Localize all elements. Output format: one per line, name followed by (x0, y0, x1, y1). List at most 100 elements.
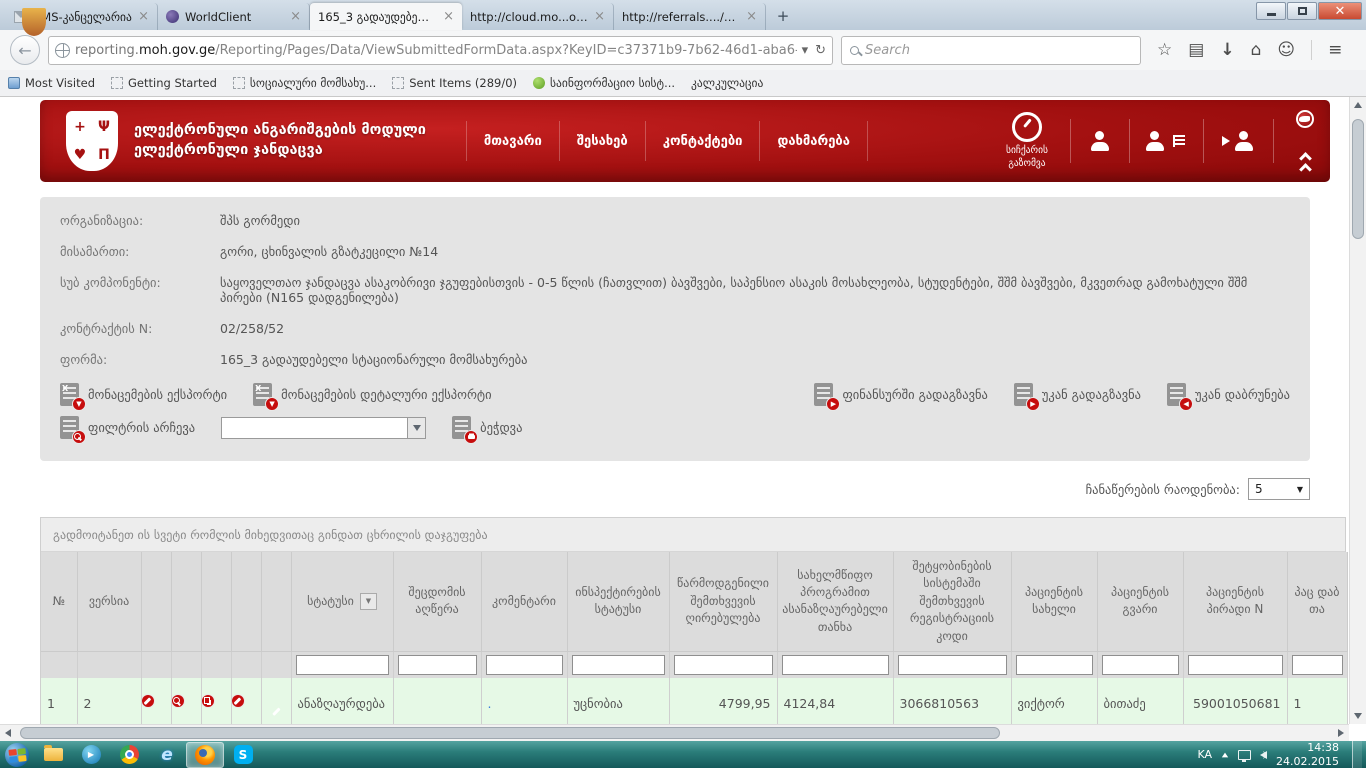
taskbar-ie-button[interactable]: e (148, 742, 186, 768)
tab-cloud[interactable]: http://cloud.mo...obHistory.aspx × (462, 3, 614, 30)
tab-close-icon[interactable]: × (443, 9, 454, 24)
vertical-scrollbar[interactable] (1349, 97, 1366, 724)
col-header-state-amount[interactable]: სახელმწიფო პროგრამით ასანაზღაურებელი თან… (777, 552, 893, 651)
scroll-down-arrow[interactable] (1350, 708, 1366, 724)
choose-filter-button[interactable]: ფილტრის არჩევა (60, 416, 195, 439)
bookmark-most-visited[interactable]: Most Visited (8, 76, 95, 90)
tab-close-icon[interactable]: × (290, 9, 301, 24)
filter-input-state-amount[interactable] (782, 655, 889, 675)
show-desktop-button[interactable] (1352, 741, 1362, 768)
filter-input-last-name[interactable] (1102, 655, 1179, 675)
print-button[interactable]: ბეჭდვა (452, 416, 522, 439)
profile-button[interactable] (1070, 119, 1129, 163)
go-back-button[interactable]: ◀ უკან დაბრუნება (1167, 383, 1290, 406)
tab-close-icon[interactable]: × (746, 9, 757, 24)
downloads-icon[interactable]: ↓ (1220, 40, 1234, 60)
taskbar-clock[interactable]: 14:38 24.02.2015 (1276, 741, 1343, 768)
send-to-financial-button[interactable]: ▶ ფინანსურში გადაგზავნა (814, 383, 987, 406)
chat-icon[interactable]: ☺ (1277, 40, 1295, 60)
col-header-num[interactable]: № (41, 552, 77, 651)
tab-active-report[interactable]: 165_3 გადაუდებელი სტაციონ... × (310, 3, 462, 30)
home-icon[interactable]: ⌂ (1251, 40, 1262, 60)
display-tray-icon[interactable] (1238, 750, 1251, 760)
nav-home[interactable]: მთავარი (466, 121, 559, 161)
export-data-button[interactable]: ▼ მონაცემების ექსპორტი (60, 383, 227, 406)
tab-close-icon[interactable]: × (138, 9, 149, 24)
col-header-birthdate-cut[interactable]: პაც დაბ თა (1287, 552, 1347, 651)
search-input[interactable] (865, 43, 1132, 58)
restore-button[interactable] (1287, 2, 1317, 20)
bookmark-calculation[interactable]: კალკულაცია (691, 76, 763, 90)
filter-input-submitted-cost[interactable] (674, 655, 773, 675)
filter-input-error-desc[interactable] (398, 655, 477, 675)
col-header-last-name[interactable]: პაციენტის გვარი (1097, 552, 1183, 651)
bookmarks-panel-icon[interactable]: ▤ (1188, 40, 1204, 60)
tab-worldclient[interactable]: WorldClient × (158, 3, 310, 30)
taskbar-chrome-button[interactable] (110, 742, 148, 768)
cell-action-view[interactable] (171, 678, 201, 728)
new-tab-button[interactable]: + (770, 4, 796, 28)
col-header-status[interactable]: სტატუსი▼ (291, 552, 393, 651)
horizontal-scroll-thumb[interactable] (20, 727, 1000, 739)
close-button[interactable]: ✕ (1318, 2, 1362, 20)
records-count-select[interactable]: 5 ▼ (1248, 478, 1310, 500)
export-detailed-button[interactable]: ▼ მონაცემების დეტალური ექსპორტი (253, 383, 491, 406)
nav-contacts[interactable]: კონტაქტები (645, 121, 760, 161)
url-dropdown-icon[interactable]: ▾ (802, 43, 809, 58)
tab-close-icon[interactable]: × (594, 9, 605, 24)
col-header-submitted-cost[interactable]: წარმოდგენილი შემთხვევის ღირებულება (669, 552, 777, 651)
language-globe-icon[interactable] (1296, 110, 1314, 128)
horizontal-scrollbar[interactable] (0, 724, 1349, 741)
col-header-first-name[interactable]: პაციენტის სახელი (1011, 552, 1097, 651)
url-text[interactable]: reporting.moh.gov.ge/Reporting/Pages/Dat… (75, 43, 797, 58)
taskbar-media-player-button[interactable]: ▶ (72, 742, 110, 768)
cell-action-edit[interactable] (141, 678, 171, 728)
logout-button[interactable] (1203, 119, 1274, 163)
filter-select-dropdown[interactable] (221, 417, 426, 439)
bookmark-getting-started[interactable]: Getting Started (111, 76, 217, 90)
bookmark-info-system[interactable]: საინფორმაციო სისტ... (533, 76, 675, 90)
filter-input-registration-code[interactable] (898, 655, 1007, 675)
speed-test-button[interactable]: სიჩქარის გაზომვა (1006, 112, 1048, 170)
menu-icon[interactable]: ≡ (1328, 40, 1342, 60)
scroll-up-arrow[interactable] (1350, 97, 1366, 113)
filter-input-first-name[interactable] (1016, 655, 1093, 675)
nav-about[interactable]: შესახებ (559, 121, 645, 161)
back-button[interactable]: ← (10, 35, 40, 65)
user-list-button[interactable] (1129, 119, 1203, 163)
taskbar-explorer-button[interactable] (34, 742, 72, 768)
reload-icon[interactable]: ↻ (815, 43, 826, 58)
bookmark-star-icon[interactable]: ☆ (1157, 40, 1172, 60)
filter-input-comment[interactable] (486, 655, 563, 675)
collapse-chevron-up-icon[interactable] (1301, 154, 1310, 174)
col-header-version[interactable]: ვერსია (77, 552, 141, 651)
start-button[interactable] (0, 741, 34, 768)
scroll-left-arrow[interactable] (0, 729, 16, 737)
scroll-right-arrow[interactable] (1333, 729, 1349, 737)
col-header-inspection[interactable]: ინსპექტირების სტატუსი (567, 552, 669, 651)
nav-help[interactable]: დახმარება (759, 121, 867, 161)
cell-action-copy[interactable] (201, 678, 231, 728)
status-filter-dropdown[interactable]: ▼ (360, 593, 377, 610)
taskbar-firefox-button[interactable] (186, 742, 224, 768)
col-header-registration-code[interactable]: შეტყობინების სისტემაში შემთხვევის რეგისტ… (893, 552, 1011, 651)
filter-input-inspection[interactable] (572, 655, 665, 675)
col-header-comment[interactable]: კომენტარი (481, 552, 567, 651)
keyboard-language-indicator[interactable]: KA (1197, 748, 1212, 761)
send-back-button[interactable]: ▶ უკან გადაგზავნა (1014, 383, 1141, 406)
taskbar-skype-button[interactable]: S (224, 742, 262, 768)
col-header-personal-n[interactable]: პაციენტის პირადი N (1183, 552, 1287, 651)
minimize-button[interactable] (1256, 2, 1286, 20)
filter-input-personal-n[interactable] (1188, 655, 1283, 675)
vertical-scroll-thumb[interactable] (1352, 119, 1364, 239)
hidden-icons-arrow[interactable] (1222, 752, 1228, 757)
tab-referrals[interactable]: http://referrals..../Pages/List.aspx × (614, 3, 766, 30)
filter-input-birthdate[interactable] (1292, 655, 1343, 675)
volume-tray-icon[interactable] (1260, 751, 1267, 759)
filter-input-status[interactable] (296, 655, 389, 675)
search-bar[interactable] (841, 36, 1141, 65)
url-bar[interactable]: reporting.moh.gov.ge/Reporting/Pages/Dat… (48, 36, 833, 65)
bookmark-social-services[interactable]: სოციალური მომსახუ... (233, 76, 376, 90)
bookmark-sent-items[interactable]: Sent Items (289/0) (392, 76, 517, 90)
site-identity-globe-icon[interactable] (55, 43, 70, 58)
